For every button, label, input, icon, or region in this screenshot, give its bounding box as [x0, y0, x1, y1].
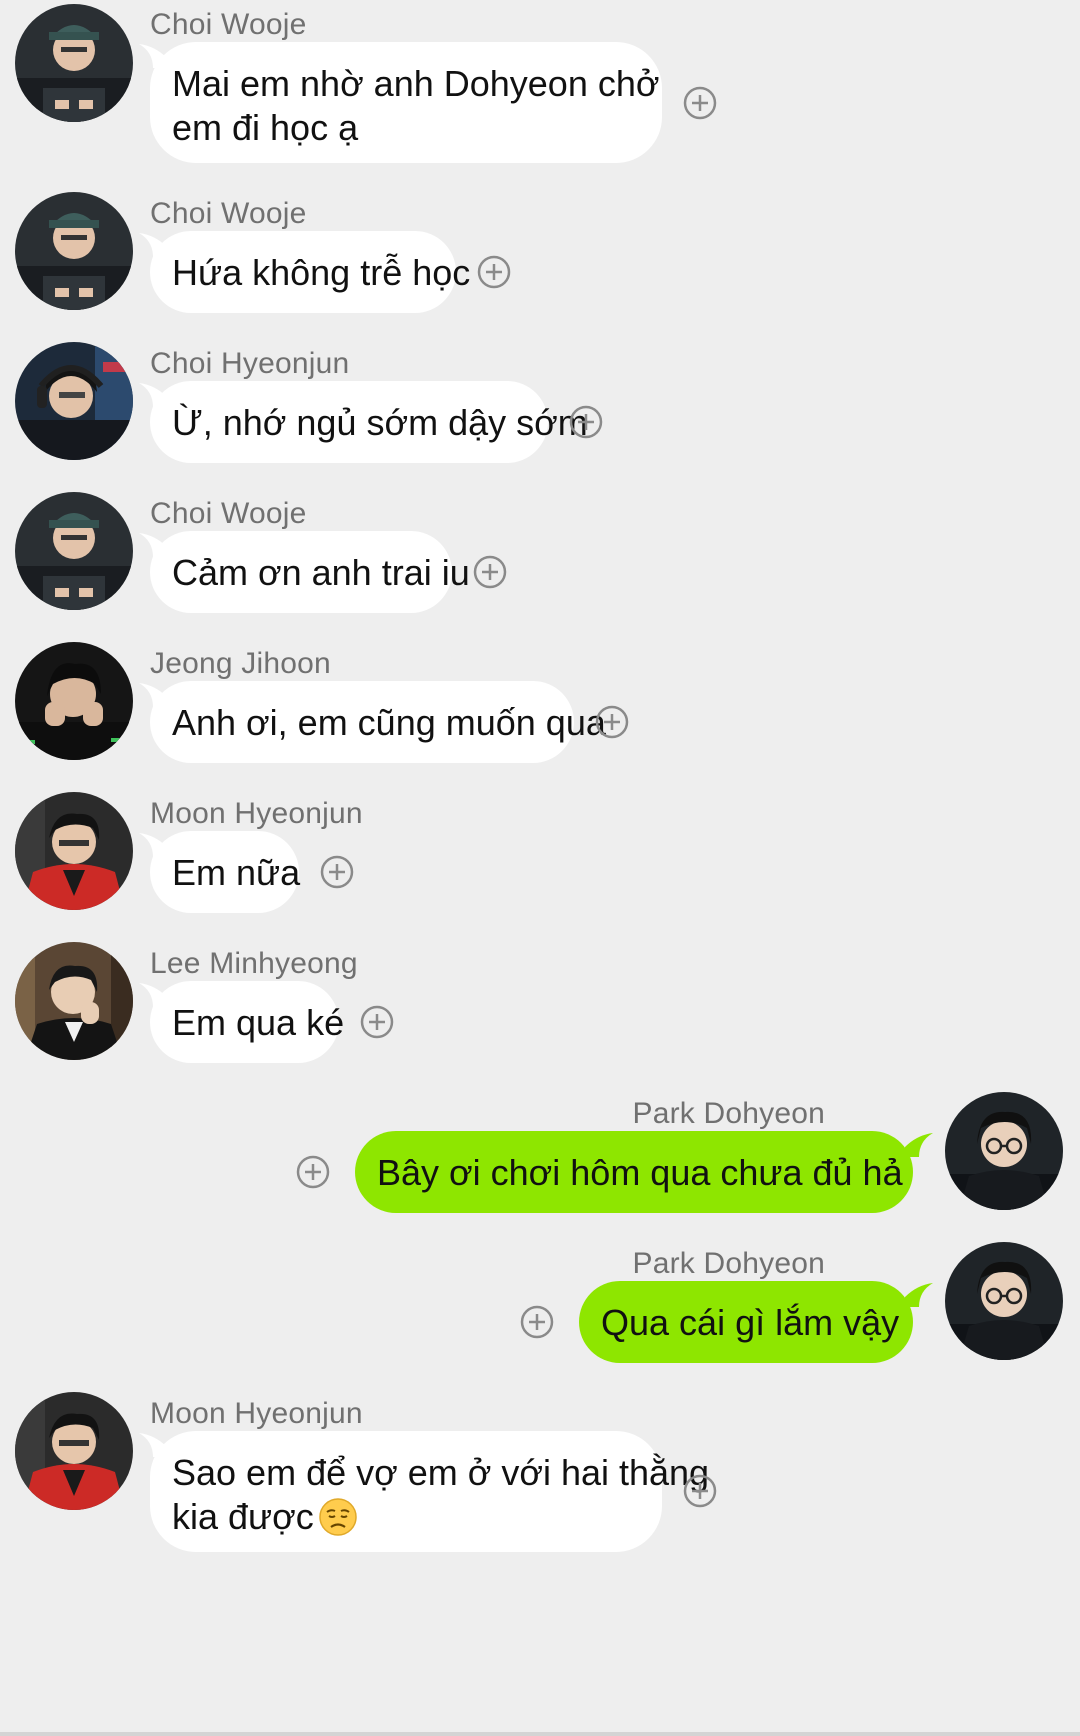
bubble-tail [905, 1283, 933, 1307]
jeong-jihoon-avatar[interactable] [15, 642, 133, 760]
choi-wooje-avatar[interactable] [15, 492, 133, 610]
message-text-line: kia được [172, 1495, 640, 1539]
plus-circle-icon[interactable] [519, 1304, 555, 1340]
message-bubble[interactable]: Hứa không trễ học [150, 231, 471, 313]
moon-hyeonjun-avatar[interactable] [15, 1392, 133, 1510]
moon-hyeonjun-avatar[interactable] [15, 792, 133, 910]
plus-circle-icon[interactable] [682, 1473, 718, 1509]
plus-circle-icon[interactable] [295, 1154, 331, 1190]
message-bubble[interactable]: Bây ơi chơi hôm qua chưa đủ hả [355, 1131, 913, 1213]
choi-hyeonjun-avatar[interactable] [15, 342, 133, 460]
message-text: Bây ơi chơi hôm qua chưa đủ hả [377, 1152, 903, 1193]
message-bubble[interactable]: Cảm ơn anh trai iu [150, 531, 470, 613]
plus-circle-icon[interactable] [682, 85, 718, 121]
sender-name: Jeong Jihoon [150, 647, 331, 680]
message-text: Anh ơi, em cũng muốn qua [172, 702, 606, 743]
choi-wooje-avatar[interactable] [15, 4, 133, 122]
chat-thread: Choi Wooje Mai em nhờ anh Dohyeon chở em… [0, 0, 1080, 1736]
message-bubble[interactable]: Qua cái gì lắm vậy [579, 1281, 913, 1363]
message-text: Hứa không trễ học [172, 252, 471, 293]
message-bubble[interactable]: Mai em nhờ anh Dohyeon chở em đi học ạ [150, 42, 662, 163]
lee-minhyeong-avatar[interactable] [15, 942, 133, 1060]
message-text: Mai em nhờ anh Dohyeon chở [172, 63, 660, 104]
message-text: Em nữa [172, 852, 301, 893]
message-text: Sao em để vợ em ở với hai thằng [172, 1452, 710, 1493]
sender-name: Moon Hyeonjun [150, 1397, 363, 1430]
message-text-line: em đi học ạ [172, 107, 359, 148]
message-bubble[interactable]: Sao em để vợ em ở với hai thằng kia được [150, 1431, 710, 1552]
message-bubble[interactable]: Em qua ké [150, 981, 345, 1063]
plus-circle-icon[interactable] [319, 854, 355, 890]
plus-circle-icon[interactable] [476, 254, 512, 290]
sender-name: Moon Hyeonjun [150, 797, 363, 830]
plus-circle-icon[interactable] [359, 1004, 395, 1040]
sender-name: Park Dohyeon [632, 1247, 825, 1280]
message-bubble[interactable]: Em nữa [150, 831, 301, 913]
message-text-part: kia được [172, 1496, 314, 1537]
plus-circle-icon[interactable] [594, 704, 630, 740]
plus-circle-icon[interactable] [568, 404, 604, 440]
park-dohyeon-avatar[interactable] [945, 1092, 1063, 1210]
sender-name: Lee Minhyeong [150, 947, 358, 980]
bubble-tail [905, 1133, 933, 1157]
message-bubble[interactable]: Anh ơi, em cũng muốn qua [150, 681, 606, 763]
sender-name: Choi Wooje [150, 197, 307, 230]
message-text: Qua cái gì lắm vậy [601, 1302, 900, 1343]
park-dohyeon-avatar[interactable] [945, 1242, 1063, 1360]
message-bubble[interactable]: Ừ, nhớ ngủ sớm dậy sớm [150, 381, 588, 463]
disappointed-face-emoji [318, 1497, 358, 1537]
message-text: Em qua ké [172, 1002, 345, 1043]
choi-wooje-avatar[interactable] [15, 192, 133, 310]
sender-name: Choi Hyeonjun [150, 347, 350, 380]
sender-name: Choi Wooje [150, 8, 307, 41]
sender-name: Choi Wooje [150, 497, 307, 530]
divider [0, 1732, 1080, 1736]
sender-name: Park Dohyeon [632, 1097, 825, 1130]
message-text: Cảm ơn anh trai iu [172, 552, 470, 593]
message-text: Ừ, nhớ ngủ sớm dậy sớm [172, 402, 588, 443]
plus-circle-icon[interactable] [472, 554, 508, 590]
